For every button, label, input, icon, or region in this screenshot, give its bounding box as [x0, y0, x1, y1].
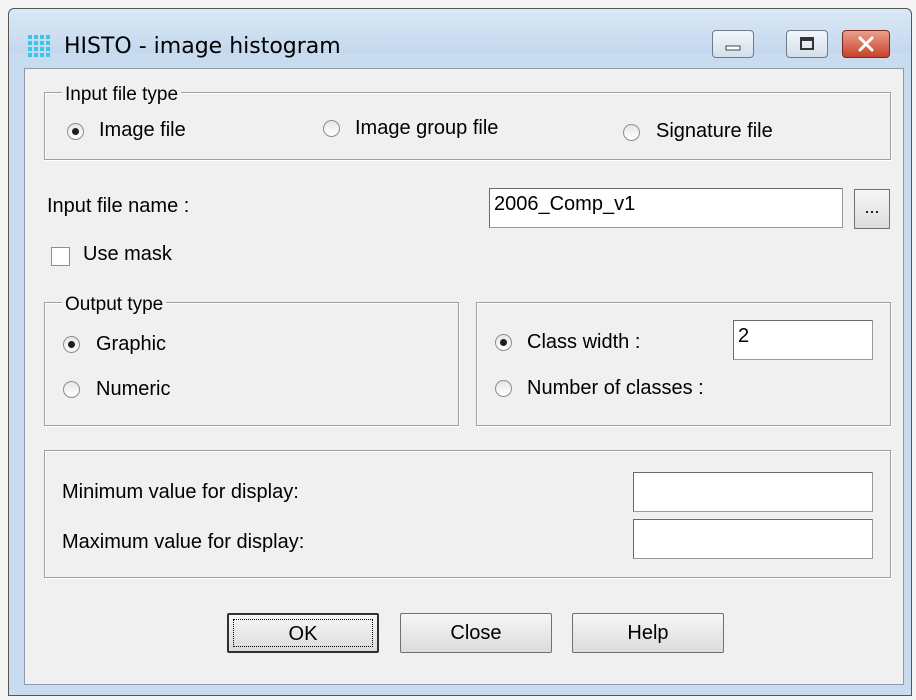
radio-signature-file[interactable]	[623, 124, 640, 141]
maximize-icon	[800, 37, 814, 50]
ok-button[interactable]: OK	[227, 613, 379, 653]
maximum-value-label: Maximum value for display:	[62, 531, 305, 553]
radio-signature-file-label[interactable]: Signature file	[656, 120, 773, 143]
radio-numeric[interactable]	[63, 381, 80, 398]
close-button[interactable]: Close	[400, 613, 552, 653]
close-button-label: Close	[450, 622, 502, 644]
minimum-value-label: Minimum value for display:	[62, 481, 299, 503]
output-type-legend: Output type	[62, 294, 167, 316]
use-mask-label[interactable]: Use mask	[83, 243, 172, 266]
focus-rectangle	[233, 619, 373, 647]
input-file-name-label: Input file name :	[47, 195, 190, 217]
minimum-value-field[interactable]	[633, 472, 873, 512]
close-window-button[interactable]	[842, 30, 890, 58]
grid-icon	[28, 35, 50, 57]
radio-graphic[interactable]	[63, 336, 80, 353]
radio-image-group-file[interactable]	[323, 120, 340, 137]
input-file-name-field[interactable]: 2006_Comp_v1	[489, 188, 843, 228]
maximize-button[interactable]	[786, 30, 828, 58]
help-button[interactable]: Help	[572, 613, 724, 653]
input-file-type-legend: Input file type	[62, 84, 182, 106]
radio-numeric-label[interactable]: Numeric	[96, 378, 170, 401]
browse-button[interactable]: ...	[854, 189, 890, 229]
use-mask-checkbox[interactable]	[51, 247, 70, 266]
radio-image-file[interactable]	[67, 123, 84, 140]
radio-class-width[interactable]	[495, 334, 512, 351]
radio-class-width-label[interactable]: Class width :	[527, 331, 640, 354]
radio-image-group-file-label[interactable]: Image group file	[355, 117, 498, 140]
output-type-group	[44, 302, 459, 426]
radio-number-of-classes-label[interactable]: Number of classes :	[527, 377, 704, 400]
minimize-icon	[725, 45, 741, 51]
radio-graphic-label[interactable]: Graphic	[96, 333, 166, 356]
radio-number-of-classes[interactable]	[495, 380, 512, 397]
class-width-field[interactable]: 2	[733, 320, 873, 360]
close-icon	[858, 36, 874, 52]
maximum-value-field[interactable]	[633, 519, 873, 559]
window-title: HISTO - image histogram	[64, 34, 341, 59]
minimize-button[interactable]	[712, 30, 754, 58]
help-button-label: Help	[627, 622, 669, 644]
radio-image-file-label[interactable]: Image file	[99, 119, 186, 142]
